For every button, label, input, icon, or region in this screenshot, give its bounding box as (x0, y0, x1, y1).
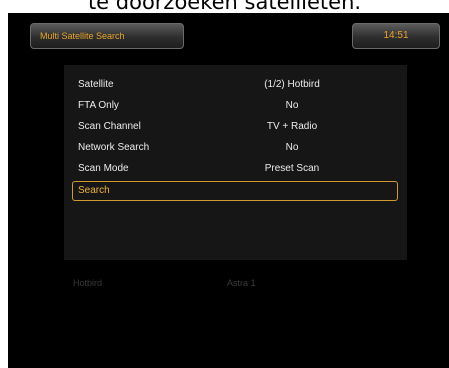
menu-item-label: Scan Channel (78, 121, 141, 132)
menu-item-label: Satellite (78, 79, 114, 90)
screen-title: Multi Satellite Search (30, 23, 184, 49)
menu-item-fta-only[interactable]: FTA Only No (72, 96, 398, 116)
menu-item-satellite[interactable]: Satellite (1/2) Hotbird (72, 75, 398, 95)
menu-item-value: Preset Scan (264, 163, 320, 174)
satellite-list: Hotbird Astra 1 (64, 269, 407, 297)
clock: 14:51 (352, 23, 440, 49)
menu-item-scan-mode[interactable]: Scan Mode Preset Scan (72, 159, 398, 179)
satellite-item-astra[interactable]: Astra 1 (227, 269, 256, 297)
satellite-item-hotbird[interactable]: Hotbird (73, 269, 102, 297)
menu-item-label: Search (78, 185, 110, 196)
search-button[interactable]: Search (72, 181, 398, 201)
tv-screen: Multi Satellite Search 14:51 Satellite (… (8, 13, 449, 368)
menu-item-scan-channel[interactable]: Scan Channel TV + Radio (72, 117, 398, 137)
menu-item-network-search[interactable]: Network Search No (72, 138, 398, 158)
settings-panel: Satellite (1/2) Hotbird FTA Only No Scan… (64, 65, 407, 260)
menu-item-value: No (285, 100, 299, 111)
menu-item-value: No (285, 142, 299, 153)
menu-item-label: FTA Only (78, 100, 119, 111)
menu-item-value: (1/2) Hotbird (264, 79, 320, 90)
menu-item-value: TV + Radio (266, 121, 318, 132)
menu-item-label: Network Search (78, 142, 150, 153)
menu-item-label: Scan Mode (78, 163, 129, 174)
